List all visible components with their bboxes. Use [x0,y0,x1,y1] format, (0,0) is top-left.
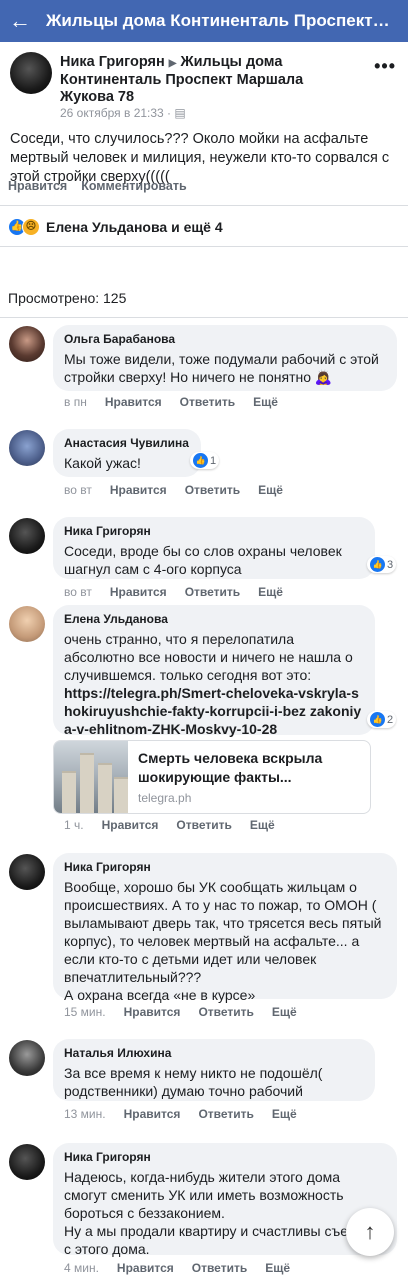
reaction-count: 3 [387,558,394,571]
comment-more-button[interactable]: Ещё [258,585,283,599]
page-title: Жильцы дома Континенталь Проспект Маршал… [46,11,390,30]
comment-reactions[interactable]: 👍 3 [367,556,397,573]
reactions-summary[interactable]: 👍 ☹ Елена Ульданова и ещё 4 [0,207,408,247]
comment-bubble: Ника Григорян Соседи, вроде бы со слов о… [53,517,375,579]
comment-time: 15 мин. [64,1005,106,1019]
comment-time: в пн [64,395,87,409]
comment-author[interactable]: Ника Григорян [64,1150,386,1165]
comment-reply-button[interactable]: Ответить [176,818,231,832]
arrow-up-icon[interactable]: ↑ [346,1208,394,1256]
comment-more-button[interactable]: Ещё [272,1107,297,1121]
post-author-line: Ника Григорян ▶ Жильцы дома Континенталь П… [60,54,360,106]
comment-like-button[interactable]: Нравится [124,1107,181,1121]
comment-time: 4 мин. [64,1261,99,1275]
comment-actions: 15 мин. Нравится Ответить Ещё [64,1005,297,1019]
comment-more-button[interactable]: Ещё [272,1005,297,1019]
post: Ника Григорян ▶ Жильцы дома Континенталь П… [0,42,408,185]
comment-reply-button[interactable]: Ответить [185,483,240,497]
comment-author[interactable]: Наталья Илюхина [64,1046,364,1061]
avatar[interactable] [9,854,45,890]
like-reaction-icon: 👍 [370,557,385,572]
comment-actions: 4 мин. Нравится Ответить Ещё [64,1261,290,1275]
comment-more-button[interactable]: Ещё [253,395,278,409]
post-actions: Нравится Комментировать [0,166,408,206]
comment-more-button[interactable]: Ещё [265,1261,290,1275]
reactions-text: Елена Ульданова и ещё 4 [46,218,223,235]
link-preview-card[interactable]: Смерть человека вскрыла шокирующие факты… [53,740,371,814]
reaction-count: 1 [210,454,217,467]
avatar[interactable] [9,1040,45,1076]
comment-author[interactable]: Ника Григорян [64,524,364,539]
like-reaction-icon: 👍 [193,453,208,468]
comment-like-button[interactable]: Нравится [105,395,162,409]
link-thumbnail [54,741,128,813]
comment-author[interactable]: Ольга Барабанова [64,332,386,347]
group-icon: ▤ [174,106,186,120]
comment-actions: 13 мин. Нравится Ответить Ещё [64,1107,297,1121]
comment-time: во вт [64,483,92,497]
comment-like-button[interactable]: Нравится [110,585,167,599]
comment-text: Мы тоже видели, тоже подумали рабочий с … [64,351,379,385]
comment-author[interactable]: Елена Ульданова [64,612,364,627]
comment-like-button[interactable]: Нравится [110,483,167,497]
top-bar: ← Жильцы дома Континенталь Проспект Марш… [0,0,408,42]
avatar[interactable] [9,606,45,642]
caret-right-icon: ▶ [168,58,177,69]
comment-reply-button[interactable]: Ответить [192,1261,247,1275]
avatar[interactable] [9,518,45,554]
post-header: Ника Григорян ▶ Жильцы дома Континенталь П… [0,42,408,122]
comment-bubble: Ольга Барабанова Мы тоже видели, тоже по… [53,325,397,391]
comment-actions: 1 ч. Нравится Ответить Ещё [64,818,275,832]
comment-reply-button[interactable]: Ответить [185,585,240,599]
comment-like-button[interactable]: Нравится [124,1005,181,1019]
comment-bubble: Наталья Илюхина За все время к нему никт… [53,1039,375,1101]
comment-time: 13 мин. [64,1107,106,1121]
avatar[interactable] [9,1144,45,1180]
comment-text: Какой ужас! [64,455,141,471]
comment-bubble: Ника Григорян Вообще, хорошо бы УК сообщ… [53,853,397,1003]
comment-author[interactable]: Ника Григорян [64,860,386,875]
comment-reply-button[interactable]: Ответить [198,1005,253,1019]
comment-text: Вообще, хорошо бы УК сообщать жильцам о … [64,879,382,1003]
comment-more-button[interactable]: Ещё [250,818,275,832]
arrow-left-icon[interactable]: ← [0,0,40,42]
post-author[interactable]: Ника Григорян [60,54,165,70]
avatar[interactable] [9,430,45,466]
comment-actions: в пн Нравится Ответить Ещё [64,395,278,409]
post-timestamp: 26 октября в 21:33 · ▤ [60,106,186,120]
like-reaction-icon: 👍 [370,712,385,727]
comment-author[interactable]: Анастасия Чувилина [64,436,190,451]
link-title: Смерть человека вскрыла шокирующие факты… [138,750,323,785]
avatar[interactable] [10,52,52,94]
views-count: Просмотрено: 125 [0,248,408,318]
comment-bubble: Ника Григорян Надеюсь, когда-нибудь жите… [53,1143,397,1257]
comment-reactions[interactable]: 👍 1 [190,452,220,469]
comment-actions: во вт Нравится Ответить Ещё [64,483,283,497]
comment-time: во вт [64,585,92,599]
comment-more-button[interactable]: Ещё [258,483,283,497]
comment-text: очень странно, что я перелопатила абсолю… [64,631,353,683]
comment-text: За все время к нему никто не подошёл( ро… [64,1065,323,1099]
comment-bubble: Елена Ульданова очень странно, что я пер… [53,605,375,738]
like-button[interactable]: Нравится [8,179,67,193]
reaction-count: 2 [387,713,394,726]
comment-bubble: Анастасия Чувилина Какой ужас! [53,429,201,477]
comment-reactions[interactable]: 👍 2 [367,711,397,728]
comment-like-button[interactable]: Нравится [117,1261,174,1275]
comment-text: Соседи, вроде бы со слов охраны человек … [64,543,342,577]
avatar[interactable] [9,326,45,362]
comment-reply-button[interactable]: Ответить [198,1107,253,1121]
link-domain: telegra.ph [138,791,192,805]
comment-time: 1 ч. [64,818,84,832]
sad-reaction-icon: ☹ [22,217,40,236]
comment-reply-button[interactable]: Ответить [180,395,235,409]
comment-button[interactable]: Комментировать [81,179,186,193]
more-options-icon[interactable]: ••• [374,56,396,77]
comment-like-button[interactable]: Нравится [102,818,159,832]
comment-link[interactable]: https://telegra.ph/Smert-cheloveka-vskry… [64,684,364,738]
comment-actions: во вт Нравится Ответить Ещё [64,585,283,599]
comment-text: Надеюсь, когда-нибудь жители этого дома … [64,1169,376,1257]
